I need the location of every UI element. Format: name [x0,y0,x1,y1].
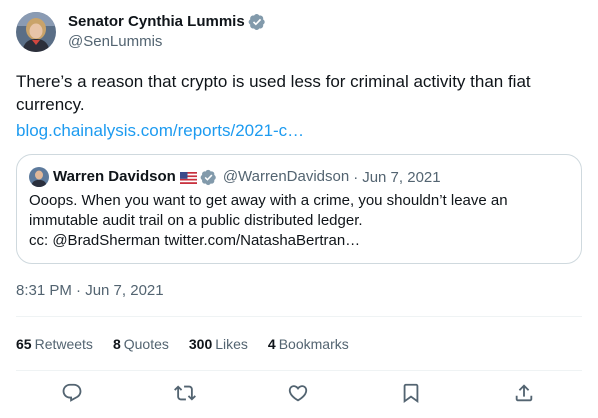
stat-label: Bookmarks [278,336,349,352]
heart-icon [288,385,308,402]
stat-count: 300 [188,336,213,352]
bookmark-icon [403,383,419,404]
stat-label: Likes [215,336,248,352]
retweet-icon [174,385,196,401]
reply-button[interactable] [61,382,83,404]
retweet-button[interactable] [174,382,196,404]
like-button[interactable] [287,382,309,404]
bookmark-button[interactable] [400,382,422,404]
tweet-text: There’s a reason that crypto is used les… [16,72,531,114]
stat-label: Quotes [123,336,169,352]
author-avatar[interactable] [16,12,56,52]
separator-dot: · [353,168,359,186]
author-handle[interactable]: @SenLummis [68,32,266,52]
share-button[interactable] [513,382,535,404]
share-icon [515,384,533,402]
quoted-tweet-body: Ooops. When you want to get away with a … [29,192,508,229]
quoted-tweet-date[interactable]: Jun 7, 2021 [362,169,440,186]
author-display-name[interactable]: Senator Cynthia Lummis [68,12,245,32]
quoted-tweet-text: Ooops. When you want to get away with a … [29,191,569,251]
quoted-tweet-cc-line: cc: @BradSherman twitter.com/NatashaBert… [29,232,361,249]
tweet-timestamp[interactable]: 8:31 PM · Jun 7, 2021 [16,281,164,301]
divider [16,316,582,317]
reply-icon [62,383,82,402]
stat-count: 8 [112,336,121,352]
us-flag-icon [179,171,197,184]
stat-label: Retweets [34,336,93,352]
quoted-tweet-header: Warren Davidson @WarrenDavidson · Jun 7,… [29,167,441,187]
quoted-author-display-name[interactable]: Warren Davidson [53,167,176,187]
quoted-author-avatar[interactable] [29,167,49,187]
stat-count: 65 [16,336,32,352]
tweet-action-bar [16,370,582,418]
stat-quotes[interactable]: 8 Quotes [113,334,169,354]
quoted-tweet-card[interactable]: Warren Davidson @WarrenDavidson · Jun 7,… [16,154,582,264]
tweet-link[interactable]: blog.chainalysis.com/reports/2021-c… [16,119,304,142]
stat-retweets[interactable]: 65 Retweets [16,334,93,354]
stat-bookmarks[interactable]: 4 Bookmarks [268,334,349,354]
verified-badge-icon[interactable] [248,13,266,31]
stat-count: 4 [267,336,276,352]
engagement-stats: 65 Retweets 8 Quotes 300 Likes 4 Bookmarks [16,334,369,354]
quoted-author-handle[interactable]: @WarrenDavidson [223,167,349,187]
quoted-verified-badge-icon[interactable] [200,169,217,186]
stat-likes[interactable]: 300 Likes [189,334,248,354]
tweet-author-header: Senator Cynthia Lummis @SenLummis [16,12,266,52]
